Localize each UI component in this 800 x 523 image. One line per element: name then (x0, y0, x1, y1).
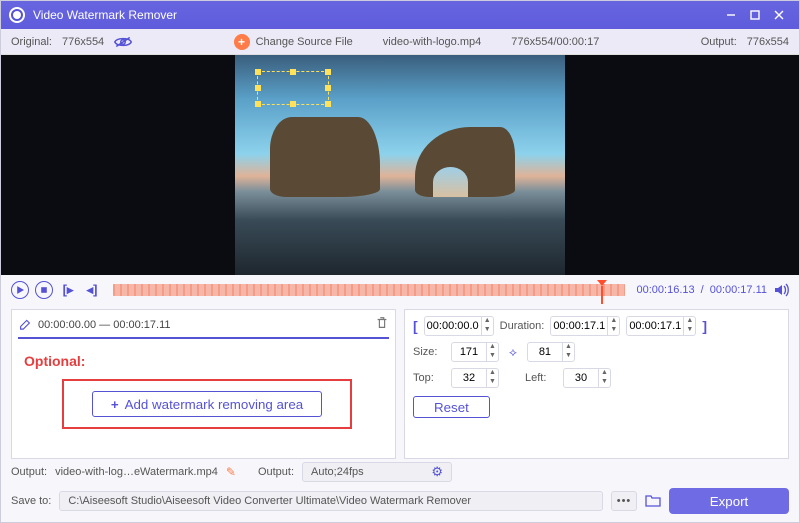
source-metadata: 776x554/00:00:17 (511, 36, 599, 48)
duration-input[interactable]: ▲▼ (550, 316, 620, 336)
duration-label: Duration: (500, 320, 545, 332)
segments-panel: 00:00:00.00 — 00:00:17.11 Optional: + Ad… (11, 309, 396, 459)
original-label: Original: (11, 36, 52, 48)
plus-icon: + (111, 397, 119, 412)
add-watermark-area-button[interactable]: + Add watermark removing area (92, 391, 322, 417)
top-label: Top: (413, 372, 445, 384)
volume-icon[interactable] (773, 282, 789, 298)
playhead-icon[interactable] (597, 280, 607, 286)
bracket-end-icon[interactable]: ] (702, 318, 707, 334)
export-button[interactable]: Export (669, 488, 789, 514)
title-bar: Video Watermark Remover (1, 1, 799, 29)
preview-toggle-icon[interactable] (114, 36, 132, 48)
size-width-input[interactable]: ▲▼ (451, 342, 499, 362)
delete-segment-button[interactable] (375, 316, 389, 333)
set-end-button[interactable]: ◂] (83, 281, 101, 299)
edit-output-name-button[interactable]: ✎ (226, 465, 236, 479)
video-preview[interactable] (1, 55, 799, 275)
output-format-label: Output: (258, 466, 294, 478)
time-total: 00:00:17.11 (710, 284, 767, 296)
time-current: 00:00:16.13 (637, 284, 695, 296)
plus-icon: + (234, 34, 250, 50)
close-button[interactable] (767, 1, 791, 29)
segment-row[interactable]: 00:00:00.00 — 00:00:17.11 (18, 314, 389, 339)
size-height-input[interactable]: ▲▼ (527, 342, 575, 362)
end-time-input[interactable]: ▲▼ (626, 316, 696, 336)
minimize-button[interactable] (719, 1, 743, 29)
output-row: Output: video-with-log…eWatermark.mp4 ✎ … (1, 459, 799, 485)
output-dim-value: 776x554 (747, 36, 789, 48)
maximize-button[interactable] (743, 1, 767, 29)
highlight-box: + Add watermark removing area (62, 379, 352, 429)
player-controls: [▸ ◂] 00:00:16.13/00:00:17.11 (1, 275, 799, 305)
optional-label: Optional: (24, 353, 389, 369)
app-window: Video Watermark Remover Original: 776x55… (0, 0, 800, 523)
start-time-input[interactable]: ▲▼ (424, 316, 494, 336)
play-button[interactable] (11, 281, 29, 299)
video-frame (235, 55, 565, 275)
add-watermark-area-label: Add watermark removing area (125, 397, 304, 412)
output-filename: video-with-log…eWatermark.mp4 (55, 466, 218, 478)
app-logo-icon (9, 7, 25, 23)
change-source-label: Change Source File (256, 36, 353, 48)
set-start-button[interactable]: [▸ (59, 281, 77, 299)
output-format-value[interactable]: Auto;24fps ⚙ (302, 462, 452, 482)
segment-range: 00:00:00.00 — 00:00:17.11 (38, 319, 171, 331)
change-source-button[interactable]: + Change Source File (234, 34, 353, 50)
timeline[interactable] (113, 284, 625, 296)
browse-folder-button[interactable]: ••• (611, 491, 637, 511)
gear-icon[interactable]: ⚙ (431, 464, 443, 480)
source-filename: video-with-logo.mp4 (383, 36, 481, 48)
save-to-label: Save to: (11, 495, 51, 507)
info-bar: Original: 776x554 + Change Source File v… (1, 29, 799, 55)
save-path-input[interactable]: C:\Aiseesoft Studio\Aiseesoft Video Conv… (59, 491, 603, 511)
output-label: Output: (11, 466, 47, 478)
reset-button[interactable]: Reset (413, 396, 490, 418)
link-aspect-icon[interactable]: ⟡ (509, 345, 517, 360)
app-title: Video Watermark Remover (33, 8, 177, 22)
size-label: Size: (413, 346, 445, 358)
left-label: Left: (525, 372, 557, 384)
watermark-selection[interactable] (257, 71, 329, 105)
open-folder-button[interactable] (645, 493, 661, 510)
original-value: 776x554 (62, 36, 104, 48)
bracket-start-icon[interactable]: [ (413, 318, 418, 334)
left-input[interactable]: ▲▼ (563, 368, 611, 388)
save-row: Save to: C:\Aiseesoft Studio\Aiseesoft V… (1, 485, 799, 522)
eraser-icon (18, 316, 32, 333)
properties-panel: [ ▲▼ Duration: ▲▼ ▲▼ ] Size: ▲▼ ⟡ ▲▼ Top… (404, 309, 789, 459)
stop-button[interactable] (35, 281, 53, 299)
top-input[interactable]: ▲▼ (451, 368, 499, 388)
output-dim-label: Output: (701, 36, 737, 48)
